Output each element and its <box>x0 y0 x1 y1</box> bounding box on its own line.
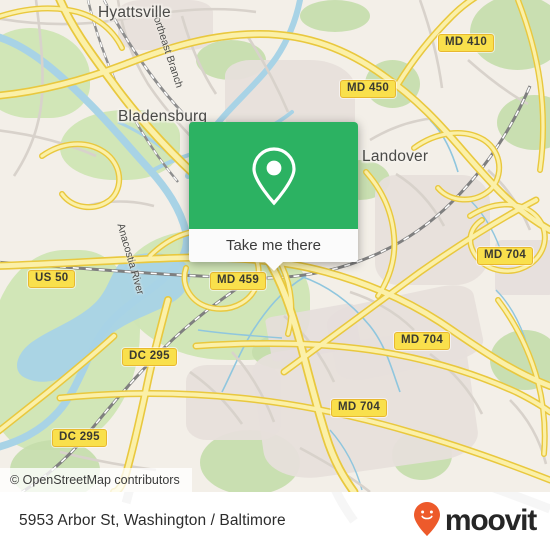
highway-shield-md410[interactable]: MD 410 <box>438 34 495 52</box>
highway-shield-md704[interactable]: MD 704 <box>331 399 388 417</box>
take-me-there-label: Take me there <box>225 237 322 254</box>
callout-pin-panel <box>189 122 358 229</box>
callout-tail <box>264 262 283 271</box>
highway-shield-us50[interactable]: US 50 <box>28 270 76 288</box>
location-callout-card[interactable]: Take me there <box>189 122 358 271</box>
moovit-wordmark: moovit <box>444 504 537 537</box>
take-me-there-button[interactable]: Take me there <box>189 229 358 271</box>
highway-shield-md704[interactable]: MD 704 <box>394 332 451 350</box>
map-canvas[interactable]: Northeast Branch Anacostia River Hyattsv… <box>0 0 550 492</box>
location-address: 5953 Arbor St, Washington / Baltimore <box>19 512 286 529</box>
moovit-pin-smiley-icon <box>413 501 441 542</box>
attribution-text: © OpenStreetMap contributors <box>10 473 180 487</box>
highway-shield-dc295[interactable]: DC 295 <box>122 348 177 366</box>
map-attribution[interactable]: © OpenStreetMap contributors <box>0 468 192 492</box>
map-screenshot: Northeast Branch Anacostia River Hyattsv… <box>0 0 550 550</box>
map-pin-icon <box>250 145 298 207</box>
highway-shield-md450[interactable]: MD 450 <box>340 80 397 98</box>
highway-shield-md704[interactable]: MD 704 <box>477 247 534 265</box>
highway-shield-md459[interactable]: MD 459 <box>210 272 267 290</box>
footer-bar: 5953 Arbor St, Washington / Baltimore mo… <box>0 492 550 550</box>
moovit-brand[interactable]: moovit <box>413 501 537 542</box>
highway-shield-dc295[interactable]: DC 295 <box>52 429 107 447</box>
